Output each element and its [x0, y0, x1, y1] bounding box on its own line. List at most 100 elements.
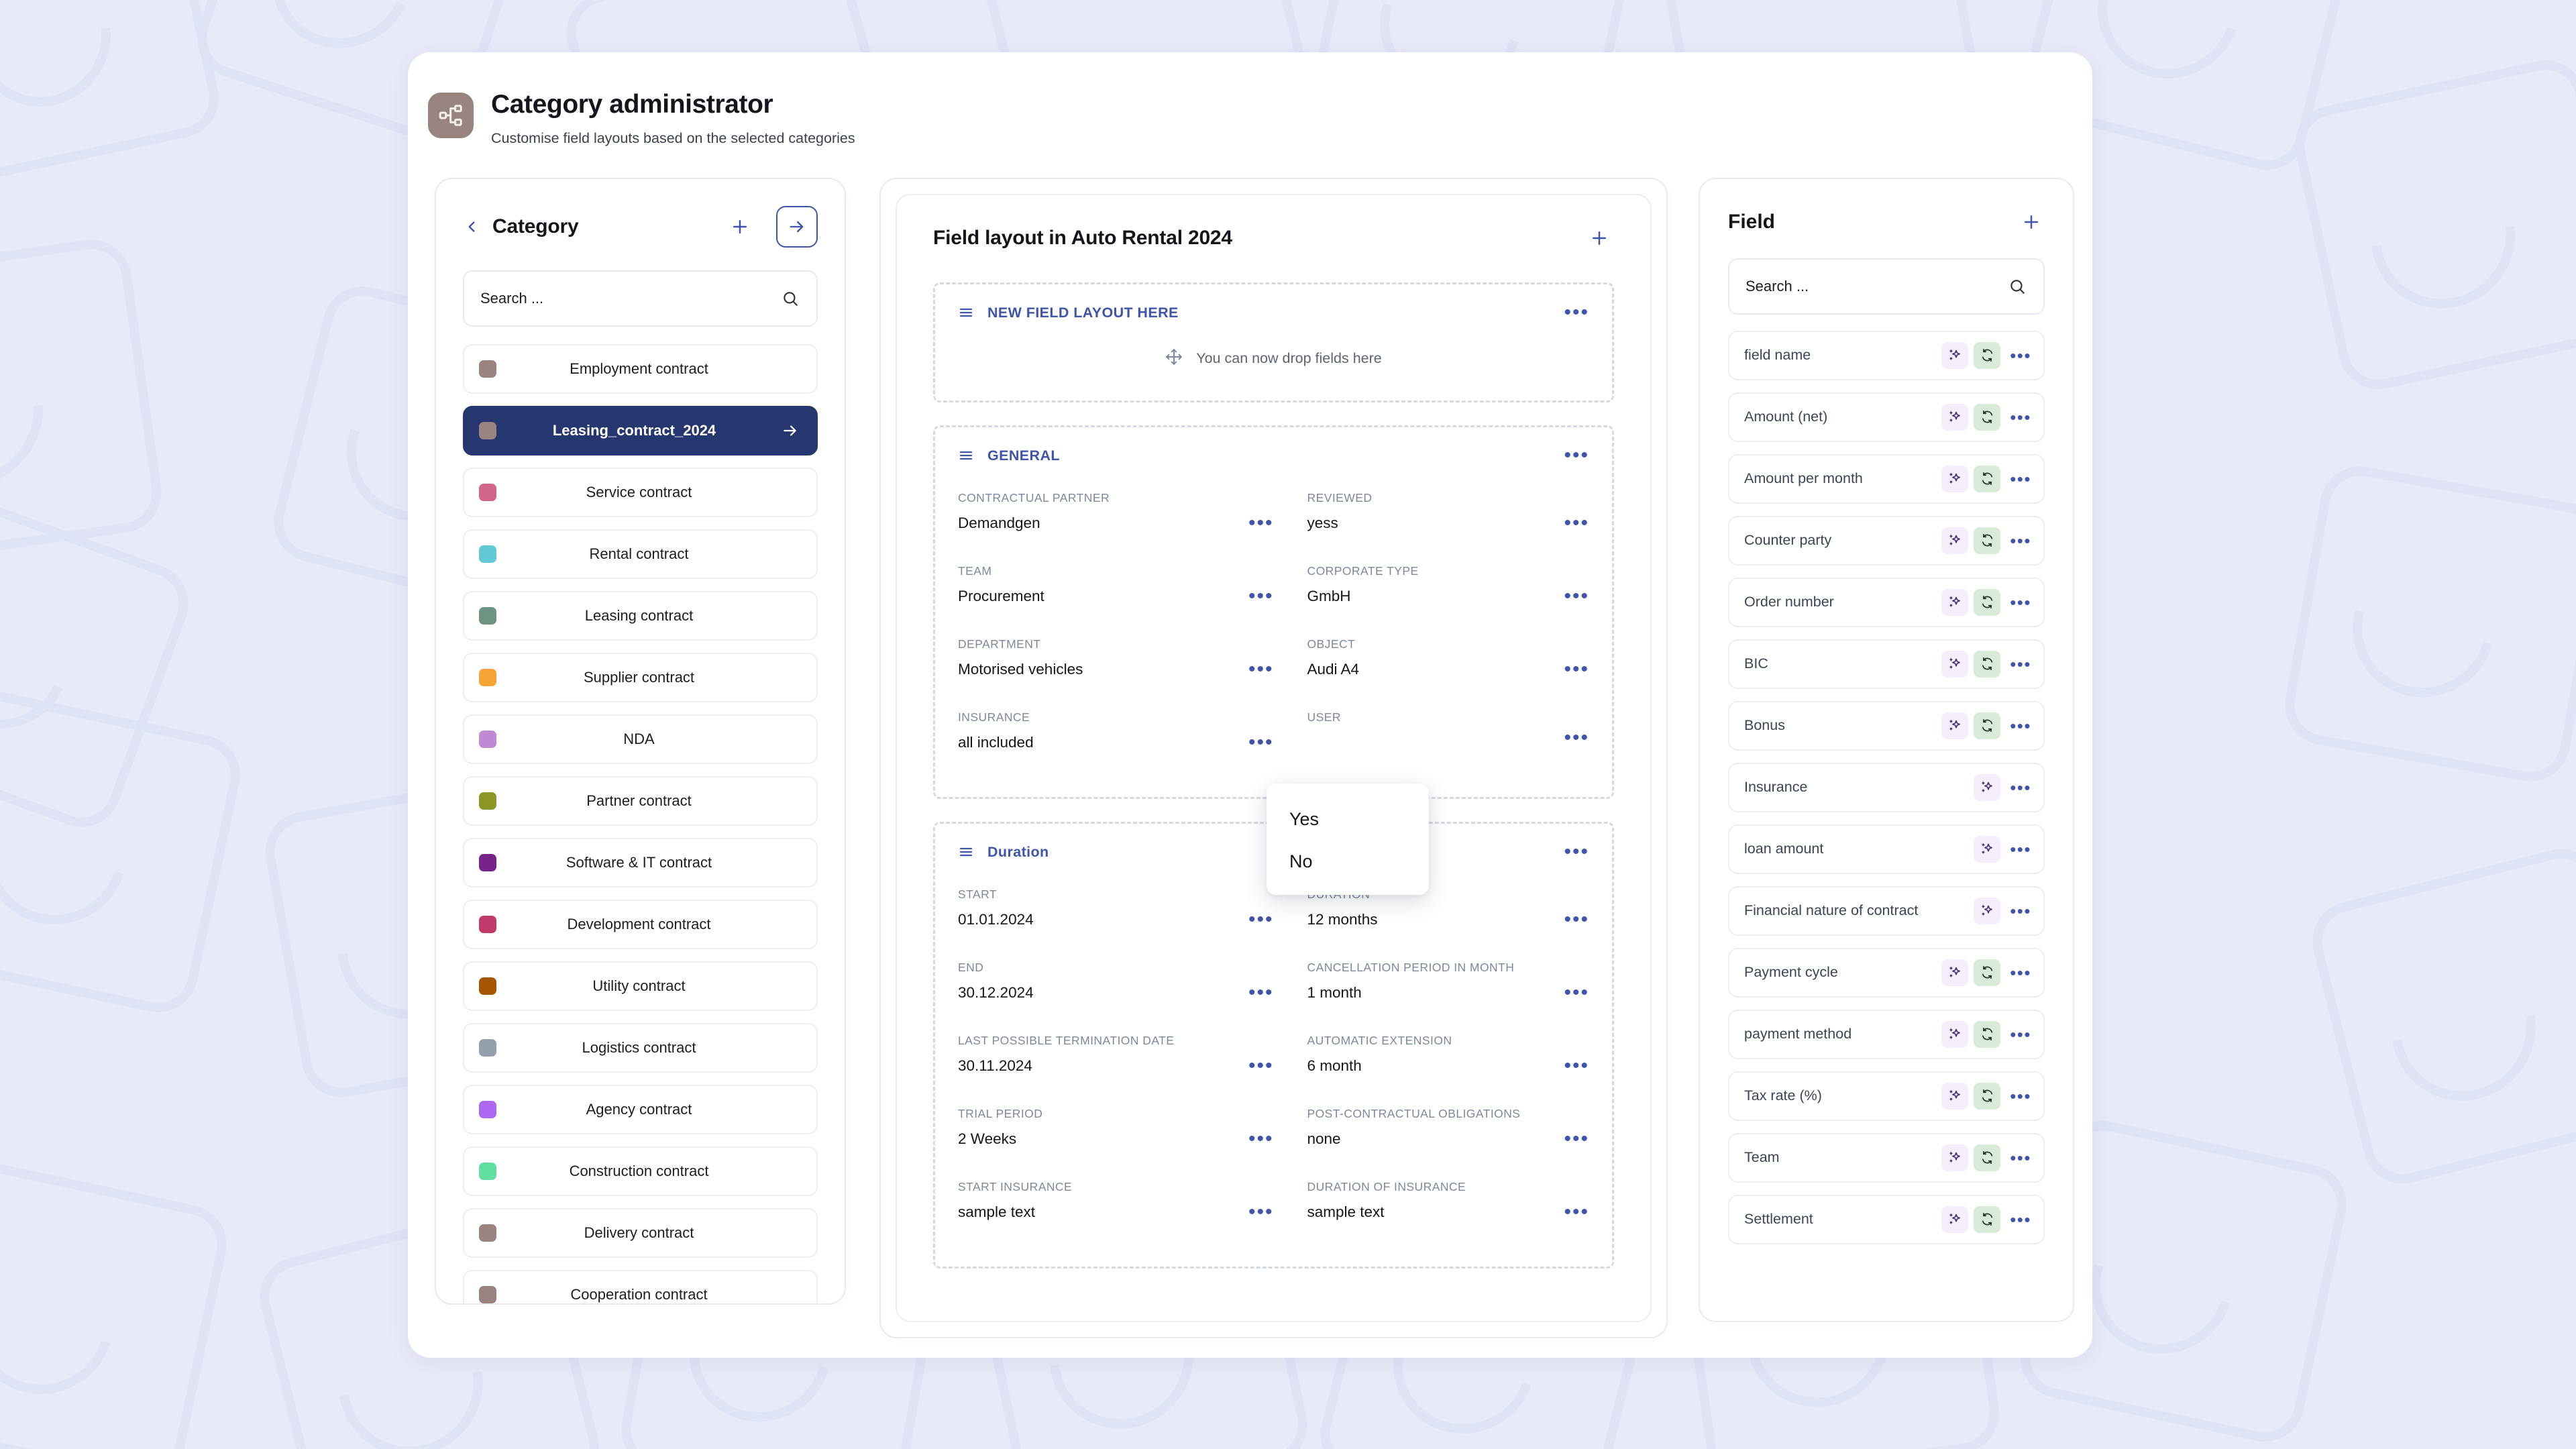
drag-handle-icon[interactable] — [958, 305, 974, 321]
more-options-icon[interactable]: ••• — [1248, 1208, 1274, 1216]
more-options-icon[interactable]: ••• — [1564, 848, 1589, 856]
more-options-icon[interactable]: ••• — [2010, 784, 2031, 791]
sync-icon[interactable] — [1974, 959, 2000, 986]
category-search-input[interactable]: Search ... — [463, 270, 818, 327]
sparkle-icon[interactable] — [1941, 1144, 1968, 1171]
sync-icon[interactable] — [1974, 527, 2000, 554]
field-list-item[interactable]: Tax rate (%)••• — [1728, 1071, 2045, 1121]
sparkle-icon[interactable] — [1941, 404, 1968, 431]
more-options-icon[interactable]: ••• — [2010, 1031, 2031, 1038]
field-list-item[interactable]: Bonus••• — [1728, 701, 2045, 751]
more-options-icon[interactable]: ••• — [1248, 665, 1274, 674]
more-options-icon[interactable]: ••• — [2010, 1093, 2031, 1099]
more-options-icon[interactable]: ••• — [1564, 451, 1589, 460]
dropdown-option[interactable]: Yes — [1267, 798, 1429, 841]
category-list-item[interactable]: Rental contract — [463, 529, 818, 579]
more-options-icon[interactable]: ••• — [2010, 599, 2031, 606]
sync-icon[interactable] — [1974, 1144, 2000, 1171]
more-options-icon[interactable]: ••• — [1564, 1208, 1589, 1216]
yes-no-dropdown[interactable]: YesNo — [1267, 784, 1429, 895]
category-go-button[interactable] — [776, 206, 818, 248]
field-list-item[interactable]: Amount per month••• — [1728, 454, 2045, 504]
more-options-icon[interactable]: ••• — [1248, 1135, 1274, 1143]
more-options-icon[interactable]: ••• — [1248, 739, 1274, 747]
category-list-item[interactable]: Development contract — [463, 900, 818, 949]
field-list-item[interactable]: Insurance••• — [1728, 763, 2045, 812]
category-list-item[interactable]: Software & IT contract — [463, 838, 818, 888]
more-options-icon[interactable]: ••• — [1564, 734, 1589, 742]
more-options-icon[interactable]: ••• — [1564, 916, 1589, 924]
more-options-icon[interactable]: ••• — [1248, 592, 1274, 600]
field-list-item[interactable]: Order number••• — [1728, 578, 2045, 627]
sync-icon[interactable] — [1974, 589, 2000, 616]
sparkle-icon[interactable] — [1941, 1083, 1968, 1110]
category-list-item[interactable]: Leasing_contract_2024 — [463, 406, 818, 455]
more-options-icon[interactable]: ••• — [2010, 969, 2031, 976]
category-list-item[interactable]: Utility contract — [463, 961, 818, 1011]
field-list-item[interactable]: Amount (net)••• — [1728, 392, 2045, 442]
category-list-item[interactable]: Delivery contract — [463, 1208, 818, 1258]
more-options-icon[interactable]: ••• — [2010, 661, 2031, 667]
chevron-left-icon[interactable] — [463, 218, 480, 235]
more-options-icon[interactable]: ••• — [1564, 665, 1589, 674]
more-options-icon[interactable]: ••• — [1564, 989, 1589, 997]
more-options-icon[interactable]: ••• — [1248, 989, 1274, 997]
sparkle-icon[interactable] — [1941, 466, 1968, 492]
drag-handle-icon[interactable] — [958, 447, 974, 464]
sync-icon[interactable] — [1974, 1083, 2000, 1110]
field-list-item[interactable]: Team••• — [1728, 1133, 2045, 1183]
category-list-item[interactable]: Service contract — [463, 468, 818, 517]
category-list-item[interactable]: Construction contract — [463, 1146, 818, 1196]
search-icon[interactable] — [2008, 278, 2026, 295]
field-search-input[interactable]: Search ... — [1728, 258, 2045, 315]
sparkle-icon[interactable] — [1941, 651, 1968, 678]
field-list-item[interactable]: payment method••• — [1728, 1010, 2045, 1059]
more-options-icon[interactable]: ••• — [2010, 908, 2031, 914]
category-list-item[interactable]: Logistics contract — [463, 1023, 818, 1073]
more-options-icon[interactable]: ••• — [1564, 592, 1589, 600]
category-list-item[interactable]: Partner contract — [463, 776, 818, 826]
category-list-item[interactable]: Cooperation contract — [463, 1270, 818, 1305]
drag-handle-icon[interactable] — [958, 844, 974, 860]
add-field-layout-button[interactable] — [1585, 223, 1614, 253]
search-icon[interactable] — [782, 290, 799, 307]
more-options-icon[interactable]: ••• — [1248, 916, 1274, 924]
field-list-item[interactable]: Payment cycle••• — [1728, 948, 2045, 998]
more-options-icon[interactable]: ••• — [1248, 519, 1274, 527]
field-list-item[interactable]: Counter party••• — [1728, 516, 2045, 566]
field-list-item[interactable]: loan amount••• — [1728, 824, 2045, 874]
sync-icon[interactable] — [1974, 342, 2000, 369]
category-list-item[interactable]: NDA — [463, 714, 818, 764]
category-list-item[interactable]: Leasing contract — [463, 591, 818, 641]
more-options-icon[interactable]: ••• — [2010, 1216, 2031, 1223]
add-field-button[interactable] — [2017, 207, 2046, 237]
sparkle-icon[interactable] — [1941, 712, 1968, 739]
more-options-icon[interactable]: ••• — [2010, 846, 2031, 853]
more-options-icon[interactable]: ••• — [1564, 1062, 1589, 1070]
sparkle-icon[interactable] — [1941, 1021, 1968, 1048]
field-list-item[interactable]: field name••• — [1728, 331, 2045, 380]
more-options-icon[interactable]: ••• — [2010, 722, 2031, 729]
sparkle-icon[interactable] — [1974, 898, 2000, 924]
more-options-icon[interactable]: ••• — [2010, 537, 2031, 544]
sparkle-icon[interactable] — [1974, 836, 2000, 863]
field-list-item[interactable]: Settlement••• — [1728, 1195, 2045, 1244]
field-list-item[interactable]: Financial nature of contract••• — [1728, 886, 2045, 936]
sync-icon[interactable] — [1974, 1021, 2000, 1048]
sparkle-icon[interactable] — [1941, 527, 1968, 554]
more-options-icon[interactable]: ••• — [2010, 352, 2031, 359]
category-list-item[interactable]: Supplier contract — [463, 653, 818, 702]
category-list-item[interactable]: Agency contract — [463, 1085, 818, 1134]
category-list-item[interactable]: Employment contract — [463, 344, 818, 394]
sparkle-icon[interactable] — [1941, 1206, 1968, 1233]
field-list-item[interactable]: BIC••• — [1728, 639, 2045, 689]
dropdown-option[interactable]: No — [1267, 841, 1429, 883]
sparkle-icon[interactable] — [1974, 774, 2000, 801]
more-options-icon[interactable]: ••• — [1248, 1062, 1274, 1070]
more-options-icon[interactable]: ••• — [1564, 309, 1589, 317]
more-options-icon[interactable]: ••• — [2010, 1155, 2031, 1161]
sync-icon[interactable] — [1974, 651, 2000, 678]
sparkle-icon[interactable] — [1941, 959, 1968, 986]
sparkle-icon[interactable] — [1941, 342, 1968, 369]
add-category-button[interactable] — [725, 212, 755, 241]
